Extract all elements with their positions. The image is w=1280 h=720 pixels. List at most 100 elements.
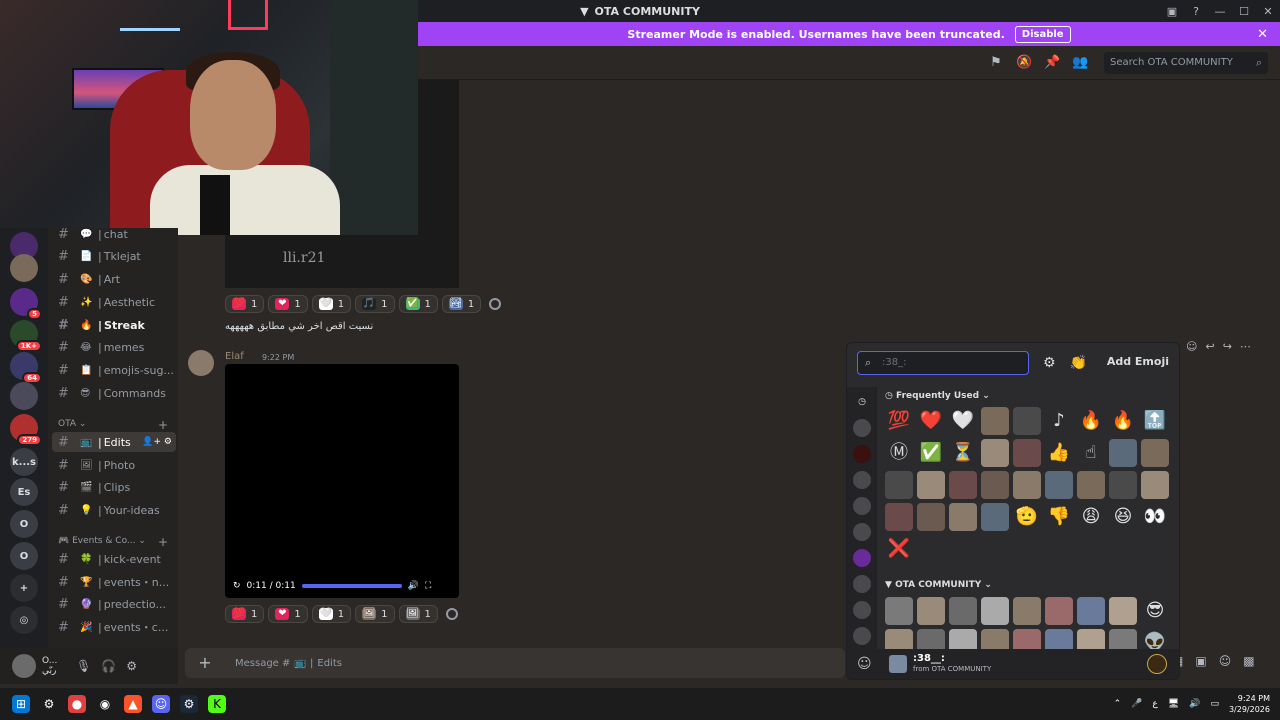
emoji-item[interactable]: 🖼: [981, 471, 1009, 499]
emoji-item[interactable]: 🖼: [1013, 407, 1041, 435]
server-icon[interactable]: [853, 445, 871, 463]
network-icon[interactable]: 🖥: [1168, 699, 1179, 709]
emoji-item[interactable]: 🖼: [981, 597, 1009, 625]
obs-icon[interactable]: ◉: [96, 695, 114, 713]
server-icon[interactable]: Es: [10, 478, 38, 506]
reaction-chip[interactable]: ✅ 1: [398, 295, 438, 313]
server-icon[interactable]: 279: [10, 414, 42, 446]
pinned-icon[interactable]: 📌: [1044, 55, 1060, 71]
emoji-item[interactable]: 🖼: [1141, 471, 1169, 499]
settings-icon[interactable]: ⚙: [40, 695, 58, 713]
close-window-button[interactable]: ✕: [1256, 5, 1280, 18]
clock-icon[interactable]: ◷: [853, 393, 871, 411]
steam-icon[interactable]: ⚙: [180, 695, 198, 713]
server-icon[interactable]: [853, 471, 871, 489]
server-icon[interactable]: [853, 523, 871, 541]
reaction-chip[interactable]: 🤍 1: [311, 605, 352, 623]
server-icon[interactable]: [853, 601, 871, 619]
help-icon[interactable]: ?: [1184, 5, 1208, 18]
avatar[interactable]: [12, 654, 36, 678]
settings-icon[interactable]: ⚙: [126, 659, 137, 673]
chevron-up-icon[interactable]: ⌃: [1114, 699, 1122, 709]
channel-item[interactable]: # 😂 | memes: [52, 337, 176, 357]
maximize-button[interactable]: ☐: [1232, 5, 1256, 18]
channel-item[interactable]: # 📋 | emojis-sug...: [52, 360, 176, 380]
server-icon[interactable]: [10, 382, 38, 410]
emoji-item[interactable]: 🖼: [885, 503, 913, 531]
server-icon[interactable]: [853, 419, 871, 437]
emoji-item[interactable]: 🖼: [981, 407, 1009, 435]
emoji-item[interactable]: 🖼: [917, 503, 945, 531]
emoji-item[interactable]: 🖼: [1109, 471, 1137, 499]
skin-tone-icon[interactable]: 👏: [1070, 355, 1087, 371]
channel-item[interactable]: # 🎬 | Clips: [52, 477, 176, 497]
reaction-chip[interactable]: 🖼 1: [398, 605, 438, 623]
server-icon[interactable]: [853, 549, 871, 567]
add-reaction-icon[interactable]: [489, 298, 502, 310]
reaction-chip[interactable]: ❤ 1: [268, 605, 308, 623]
emoji-icon[interactable]: ☺: [1219, 654, 1232, 668]
emoji-item[interactable]: ✅: [917, 439, 945, 467]
channel-item[interactable]: # 😎 | Commands: [52, 383, 176, 403]
emoji-search-input[interactable]: ⌕ :38_:: [857, 351, 1029, 375]
channel-item[interactable]: # 🍀 | kick-event: [52, 549, 176, 569]
add-reaction-icon[interactable]: [445, 608, 458, 620]
avatar[interactable]: [188, 350, 214, 376]
emoji-item[interactable]: 🖼: [1109, 597, 1137, 625]
emoji-item[interactable]: 🔝: [1141, 407, 1169, 435]
reaction-chip[interactable]: 🤍 1: [311, 295, 352, 313]
server-icon[interactable]: k...s: [10, 448, 38, 476]
channel-item[interactable]: # ✨ | Aesthetic: [52, 292, 176, 312]
emoji-item[interactable]: 😆: [1109, 503, 1137, 531]
emoji-item[interactable]: ❌: [885, 535, 913, 563]
add-channel-icon[interactable]: +: [158, 535, 168, 549]
server-icon[interactable]: 1K+: [10, 320, 42, 352]
emoji-item[interactable]: 🖼: [917, 471, 945, 499]
emoji-item[interactable]: 🖼: [885, 471, 913, 499]
video-progress[interactable]: [301, 584, 402, 588]
channel-item[interactable]: # 🖼 | Photo: [52, 455, 176, 475]
start-icon[interactable]: ⊞: [12, 695, 30, 713]
channel-item[interactable]: # 💡 | Your-ideas: [52, 500, 176, 520]
reaction-chip[interactable]: 💯 1: [225, 295, 265, 313]
server-icon[interactable]: [853, 575, 871, 593]
emoji-item[interactable]: 🔥: [1109, 407, 1137, 435]
reaction-chip[interactable]: 🎵 1: [355, 295, 395, 313]
channel-item[interactable]: # 🎉 | events・c...: [52, 617, 176, 637]
emoji-item[interactable]: 🖼: [1109, 439, 1137, 467]
emoji-item[interactable]: 🖼: [949, 597, 977, 625]
brave-icon[interactable]: ▲: [124, 695, 142, 713]
microphone-icon[interactable]: 🎙: [76, 659, 91, 673]
server-icon[interactable]: [853, 627, 871, 645]
reaction-chip[interactable]: 🖼 1: [355, 605, 395, 623]
shuffle-icon[interactable]: ⚙: [1043, 355, 1056, 371]
emoji-item[interactable]: 🖼: [1077, 597, 1105, 625]
apps-icon[interactable]: ▩: [1243, 654, 1254, 668]
discover-icon[interactable]: ◎: [10, 606, 38, 634]
channel-item[interactable]: # 🔥 | Streak: [52, 315, 176, 335]
emoji-item[interactable]: 🖼: [1013, 439, 1041, 467]
emoji-item[interactable]: 🔥: [1077, 407, 1105, 435]
channel-item[interactable]: # 💬 | chat: [52, 224, 176, 244]
more-icon[interactable]: ⋯: [1240, 340, 1251, 353]
fullscreen-icon[interactable]: ⛶: [425, 581, 431, 591]
volume-icon[interactable]: 🔊: [1189, 699, 1200, 709]
emoji-item[interactable]: 🖼: [917, 597, 945, 625]
language-indicator[interactable]: ع: [1152, 699, 1157, 709]
emoji-item[interactable]: 💯: [885, 407, 913, 435]
discord-icon[interactable]: ☺: [152, 695, 170, 713]
emoji-item[interactable]: 😎: [1141, 597, 1169, 625]
channel-item[interactable]: # 🏆 | events・n...: [52, 572, 176, 592]
clock[interactable]: 9:24 PM 3/29/2026: [1229, 693, 1270, 715]
user-name[interactable]: O... ربّي: [42, 656, 72, 676]
emoji-item[interactable]: 👍: [1045, 439, 1073, 467]
category-header[interactable]: 🎮 Events & Co... ⌄ +: [58, 535, 172, 549]
add-emoji-button[interactable]: Add Emoji: [1107, 355, 1169, 368]
kick-icon[interactable]: K: [208, 695, 226, 713]
server-icon[interactable]: 5: [10, 288, 42, 320]
server-icon[interactable]: 64: [10, 352, 42, 384]
emoji-item[interactable]: 🖼: [885, 597, 913, 625]
message-author[interactable]: Elaf: [225, 351, 244, 362]
sticker-icon[interactable]: ▣: [1195, 654, 1206, 668]
frequently-used-header[interactable]: ◷ Frequently Used ⌄: [885, 391, 990, 401]
